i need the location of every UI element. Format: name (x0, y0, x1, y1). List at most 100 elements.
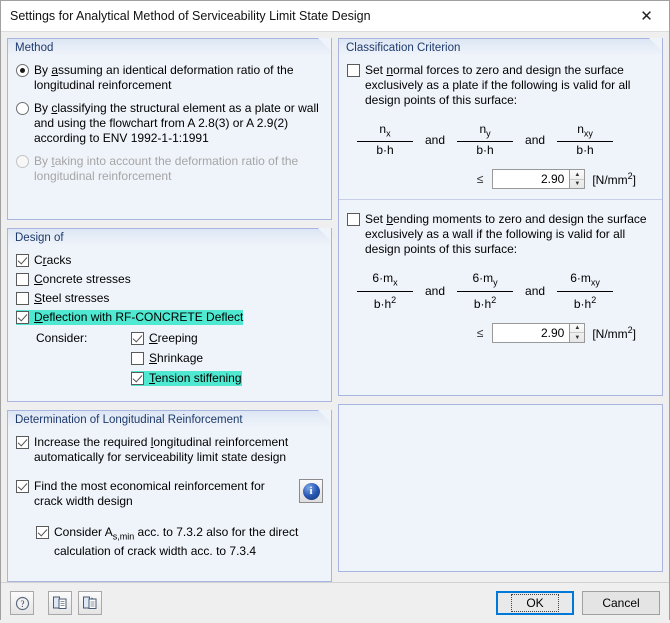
consider-options: Creeping Shrinkage Tension stiffening (131, 331, 242, 387)
checkbox-set-bending-moments-zero[interactable]: Set bending moments to zero and design t… (347, 212, 654, 257)
consider-row: Consider: Creeping Shrinkage Tension sti… (16, 331, 323, 387)
checkbox-indicator[interactable] (16, 436, 29, 449)
limit-row-bending-moments: ≤ 2.90 ▲ ▼ [N/mm2] (347, 322, 636, 343)
formula-normal-forces: nx b·h and ny b·h and nxy b·h (357, 122, 654, 157)
radio-option-label: By taking into account the deformation r… (34, 154, 299, 183)
checkbox-indicator[interactable] (16, 254, 29, 267)
checkbox-indicator[interactable] (347, 213, 360, 227)
fraction-numerator: nxy (577, 122, 593, 139)
checkbox-set-normal-forces-zero[interactable]: Set normal forces to zero and design the… (347, 63, 654, 108)
checkbox-indicator[interactable] (16, 273, 29, 286)
checkbox-label: Creeping (149, 331, 198, 345)
and-label: and (525, 132, 546, 147)
checkbox-cracks[interactable]: Cracks (16, 253, 323, 268)
economical-reinforcement-row: Find the most economical reinforcement f… (16, 479, 323, 509)
info-icon[interactable]: i (299, 479, 323, 503)
cancel-button[interactable]: Cancel (582, 591, 660, 615)
close-icon[interactable]: ✕ (624, 1, 669, 31)
classification-group-header: Classification Criterion (338, 38, 663, 56)
fraction-numerator: nx (379, 122, 391, 139)
determination-group-header: Determination of Longitudinal Reinforcem… (7, 410, 332, 428)
radio-indicator[interactable] (16, 102, 29, 115)
design-of-group-header: Design of (7, 228, 332, 246)
radio-option-assuming[interactable]: By assuming an identical deformation rat… (16, 63, 323, 93)
design-of-group: Design of Cracks Concrete stresses Steel… (7, 228, 332, 402)
radio-indicator[interactable] (16, 64, 29, 77)
spinner-down-icon[interactable]: ▼ (570, 180, 584, 189)
spinner-down-icon[interactable]: ▼ (570, 333, 584, 342)
checkbox-label: Cracks (34, 253, 72, 267)
unit-label: [N/mm2] (592, 171, 636, 188)
unit-label: [N/mm2] (592, 324, 636, 341)
fraction-numerator: 6·mx (372, 271, 398, 288)
spinner-buttons[interactable]: ▲ ▼ (570, 169, 586, 190)
checkbox-label: Shrinkage (149, 351, 204, 365)
checkbox-deflection-rf-concrete-deflect[interactable]: Deflection with RF-CONCRETE Deflect (16, 310, 244, 325)
fraction-mx: 6·mx b·h2 (357, 271, 413, 311)
cancel-button-label: Cancel (602, 596, 640, 610)
dialog-footer: ? OK Cancel (1, 582, 669, 623)
checkbox-indicator[interactable] (131, 332, 144, 345)
fraction-denominator: b·h2 (573, 294, 597, 311)
section-divider (339, 199, 662, 201)
radio-option-taking-into-account: By taking into account the deformation r… (16, 154, 323, 184)
checkbox-creeping[interactable]: Creeping (131, 331, 198, 346)
checkbox-indicator[interactable] (16, 311, 29, 324)
spinner-group[interactable]: 2.90 ▲ ▼ (492, 169, 586, 190)
checkbox-increase-longitudinal-reinforcement[interactable]: Increase the required longitudinal reinf… (16, 435, 323, 465)
settings-dialog: Settings for Analytical Method of Servic… (0, 0, 670, 623)
and-label: and (525, 284, 546, 299)
determination-group-content: Increase the required longitudinal reinf… (8, 428, 331, 570)
checkbox-label: Consider As,min acc. to 7.3.2 also for t… (54, 525, 299, 559)
radio-option-label: By classifying the structural element as… (34, 101, 319, 145)
fraction-denominator: b·h2 (473, 294, 497, 311)
radio-option-classifying[interactable]: By classifying the structural element as… (16, 101, 323, 146)
checkbox-indicator[interactable] (131, 352, 144, 365)
checkbox-label: Increase the required longitudinal reinf… (34, 435, 289, 464)
spinner-up-icon[interactable]: ▲ (570, 324, 585, 334)
checkbox-indicator[interactable] (16, 480, 29, 493)
empty-panel (338, 404, 663, 572)
fraction-numerator: 6·my (472, 271, 498, 288)
svg-text:?: ? (20, 599, 24, 609)
checkbox-indicator[interactable] (36, 526, 49, 539)
checkbox-find-economical-reinforcement[interactable]: Find the most economical reinforcement f… (16, 479, 299, 509)
spinner-buttons[interactable]: ▲ ▼ (570, 322, 586, 343)
help-icon[interactable]: ? (10, 591, 34, 615)
radio-indicator (16, 155, 29, 168)
fraction-nx: nx b·h (357, 122, 413, 157)
fraction-mxy: 6·mxy b·h2 (557, 271, 614, 311)
operator-label: ≤ (476, 172, 484, 187)
checkbox-label: Set normal forces to zero and design the… (365, 63, 631, 107)
operator-label: ≤ (476, 325, 484, 340)
checkbox-shrinkage[interactable]: Shrinkage (131, 351, 203, 366)
checkbox-consider-as-min[interactable]: Consider As,min acc. to 7.3.2 also for t… (36, 525, 323, 559)
fraction-numerator: ny (479, 122, 491, 139)
info-glyph: i (302, 482, 320, 500)
checkbox-steel-stresses[interactable]: Steel stresses (16, 291, 323, 306)
checkbox-concrete-stresses[interactable]: Concrete stresses (16, 272, 323, 287)
and-label: and (425, 284, 446, 299)
document-save-icon[interactable] (78, 591, 102, 615)
checkbox-indicator[interactable] (347, 64, 360, 77)
fraction-ny: ny b·h (457, 122, 514, 158)
checkbox-indicator[interactable] (16, 292, 29, 305)
limit-row-normal-forces: ≤ 2.90 ▲ ▼ [N/mm2] (347, 169, 636, 190)
bending-moments-limit-input[interactable]: 2.90 (492, 322, 571, 343)
method-group-header: Method (7, 38, 332, 56)
document-copy-icon[interactable] (48, 591, 72, 615)
checkbox-indicator[interactable] (131, 372, 144, 385)
fraction-nxy: nxy b·h (557, 122, 614, 158)
fraction-denominator: b·h (376, 143, 394, 158)
spinner-up-icon[interactable]: ▲ (570, 170, 585, 180)
checkbox-label: Concrete stresses (34, 272, 131, 286)
ok-button[interactable]: OK (496, 591, 574, 615)
spinner-group[interactable]: 2.90 ▲ ▼ (492, 322, 586, 343)
method-group-content: By assuming an identical deformation rat… (8, 56, 331, 195)
normal-forces-limit-input[interactable]: 2.90 (492, 169, 571, 190)
fraction-denominator: b·h (476, 143, 494, 158)
left-column: Method By assuming an identical deformat… (7, 38, 332, 582)
checkbox-tension-stiffening[interactable]: Tension stiffening (131, 371, 242, 386)
classification-group-content: Set normal forces to zero and design the… (339, 56, 662, 353)
fraction-denominator: b·h (576, 143, 594, 158)
